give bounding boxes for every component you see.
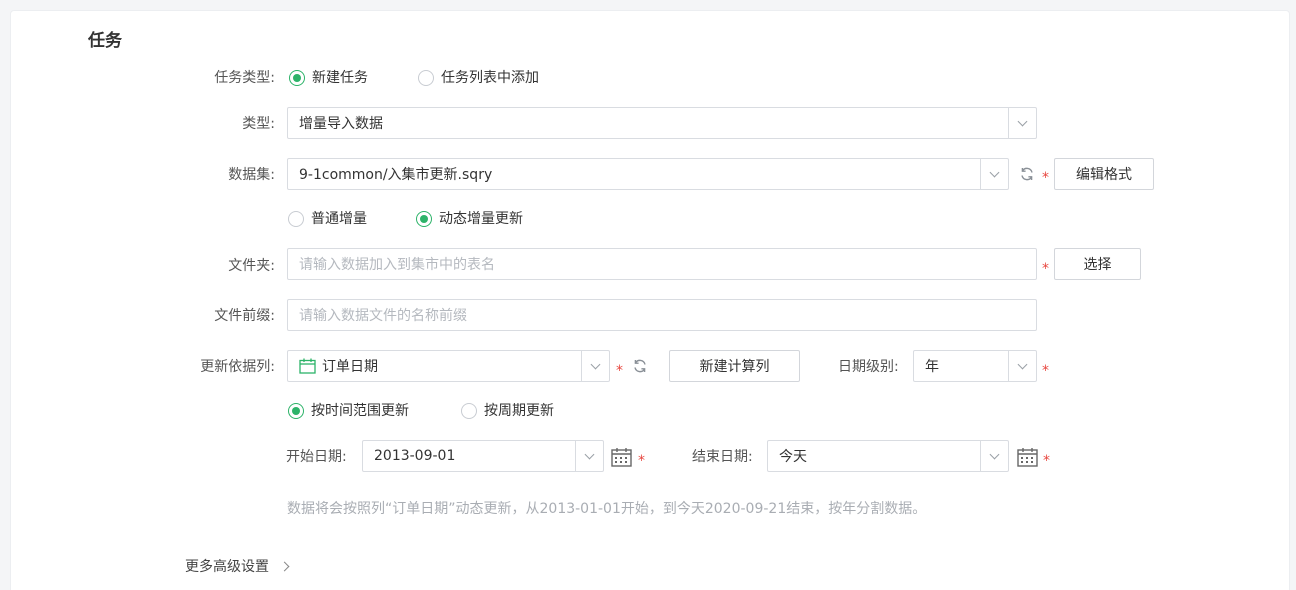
folder-input-placeholder: 请输入数据加入到集市中的表名 bbox=[299, 257, 495, 273]
dataset-select[interactable]: 9-1common/入集市更新.sqry bbox=[287, 158, 1009, 190]
radio-update-by-period-label: 按周期更新 bbox=[484, 403, 554, 419]
radio-add-from-task-list[interactable]: 任务列表中添加 bbox=[418, 68, 539, 88]
chevron-down-icon bbox=[1008, 351, 1036, 381]
radio-normal-increment-label: 普通增量 bbox=[311, 211, 367, 227]
file-prefix-input[interactable]: 请输入数据文件的名称前缀 bbox=[287, 299, 1037, 331]
calendar-icon[interactable] bbox=[611, 446, 632, 467]
required-mark: * bbox=[638, 453, 645, 469]
required-mark: * bbox=[616, 363, 623, 379]
radio-new-task-label: 新建任务 bbox=[312, 70, 368, 86]
required-mark: * bbox=[1042, 170, 1049, 186]
radio-update-by-period[interactable]: 按周期更新 bbox=[461, 401, 554, 421]
new-calc-column-button[interactable]: 新建计算列 bbox=[669, 350, 800, 382]
chevron-down-icon bbox=[581, 351, 609, 381]
chevron-down-icon bbox=[980, 159, 1008, 189]
dataset-select-value: 9-1common/入集市更新.sqry bbox=[299, 167, 493, 183]
select-folder-button[interactable]: 选择 bbox=[1054, 248, 1141, 280]
chevron-down-icon bbox=[980, 441, 1008, 471]
radio-unchecked-icon bbox=[418, 70, 434, 86]
date-level-select[interactable]: 年 bbox=[913, 350, 1037, 382]
date-level-label: 日期级别: bbox=[838, 359, 899, 375]
radio-checked-icon bbox=[288, 403, 304, 419]
more-advanced-settings[interactable]: 更多高级设置 bbox=[185, 556, 290, 576]
calendar-field-icon bbox=[299, 358, 316, 374]
type-select-value: 增量导入数据 bbox=[299, 116, 383, 132]
start-date-value: 2013-09-01 bbox=[374, 448, 456, 464]
end-date-select[interactable]: 今天 bbox=[767, 440, 1009, 472]
more-advanced-settings-label: 更多高级设置 bbox=[185, 559, 269, 575]
required-mark: * bbox=[1042, 261, 1049, 277]
refresh-icon[interactable] bbox=[1018, 165, 1036, 183]
chevron-right-icon bbox=[279, 561, 290, 571]
file-prefix-input-placeholder: 请输入数据文件的名称前缀 bbox=[299, 308, 467, 324]
chevron-down-icon bbox=[575, 441, 603, 471]
radio-checked-icon bbox=[289, 70, 305, 86]
folder-label: 文件夹: bbox=[228, 258, 275, 274]
required-mark: * bbox=[1043, 453, 1050, 469]
radio-update-by-time-range-label: 按时间范围更新 bbox=[311, 403, 409, 419]
required-mark: * bbox=[1042, 363, 1049, 379]
hint-text: 数据将会按照列“订单日期”动态更新，从2013-01-01开始，到今天2020-… bbox=[287, 501, 927, 517]
task-type-label: 任务类型: bbox=[214, 70, 275, 86]
dataset-label: 数据集: bbox=[228, 167, 275, 183]
update-column-select[interactable]: 订单日期 bbox=[287, 350, 610, 382]
start-date-label: 开始日期: bbox=[286, 449, 347, 465]
radio-add-from-task-list-label: 任务列表中添加 bbox=[441, 70, 539, 86]
radio-unchecked-icon bbox=[288, 211, 304, 227]
radio-unchecked-icon bbox=[461, 403, 477, 419]
radio-normal-increment[interactable]: 普通增量 bbox=[288, 209, 367, 229]
start-date-select[interactable]: 2013-09-01 bbox=[362, 440, 604, 472]
file-prefix-label: 文件前缀: bbox=[214, 308, 275, 324]
type-label: 类型: bbox=[242, 116, 275, 132]
radio-dynamic-increment-label: 动态增量更新 bbox=[439, 211, 523, 227]
end-date-label: 结束日期: bbox=[692, 449, 753, 465]
radio-checked-icon bbox=[416, 211, 432, 227]
update-column-label: 更新依据列: bbox=[200, 359, 275, 375]
edit-format-button[interactable]: 编辑格式 bbox=[1054, 158, 1154, 190]
date-level-value: 年 bbox=[925, 359, 939, 375]
chevron-down-icon bbox=[1008, 108, 1036, 138]
type-select[interactable]: 增量导入数据 bbox=[287, 107, 1037, 139]
folder-input[interactable]: 请输入数据加入到集市中的表名 bbox=[287, 248, 1037, 280]
radio-new-task[interactable]: 新建任务 bbox=[289, 68, 368, 88]
radio-dynamic-increment[interactable]: 动态增量更新 bbox=[416, 209, 523, 229]
calendar-icon[interactable] bbox=[1017, 446, 1038, 467]
update-column-value: 订单日期 bbox=[322, 359, 378, 375]
refresh-icon[interactable] bbox=[631, 357, 649, 375]
end-date-value: 今天 bbox=[779, 449, 807, 465]
radio-update-by-time-range[interactable]: 按时间范围更新 bbox=[288, 401, 409, 421]
section-title: 任务 bbox=[88, 31, 122, 51]
